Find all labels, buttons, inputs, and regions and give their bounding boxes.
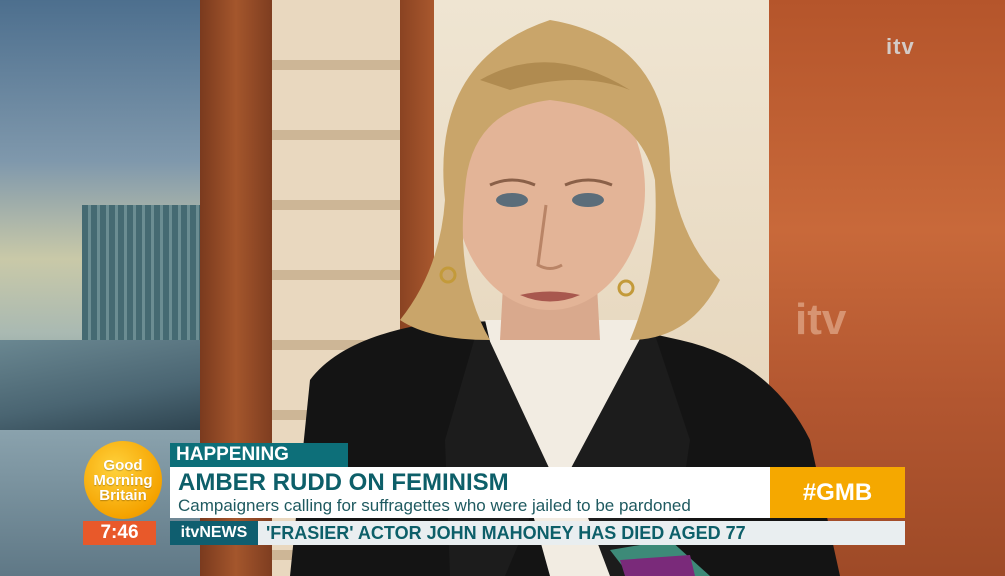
headline-subtitle: Campaigners calling for suffragettes who… (178, 496, 691, 515)
headline-caption-box: AMBER RUDD ON FEMINISM Campaigners calli… (170, 467, 770, 518)
headline-title: AMBER RUDD ON FEMINISM (178, 469, 509, 496)
good-morning-britain-logo: Good Morning Britain (84, 441, 162, 519)
gmb-logo-line: Britain (99, 486, 147, 504)
gmb-logo-line: Good (103, 456, 143, 474)
on-air-clock: 7:46 (83, 521, 156, 545)
itv-news-badge: itvNEWS (170, 521, 258, 545)
gmb-logo-line: Morning (93, 471, 153, 489)
happening-today-label: HAPPENING TODAY (170, 443, 348, 489)
gmb-hashtag: #GMB (770, 467, 905, 518)
news-ticker: 'FRASIER' ACTOR JOHN MAHONEY HAS DIED AG… (258, 521, 905, 545)
lower-third-graphics: Good Morning Britain 7:46 HAPPENING TODA… (0, 0, 1005, 576)
